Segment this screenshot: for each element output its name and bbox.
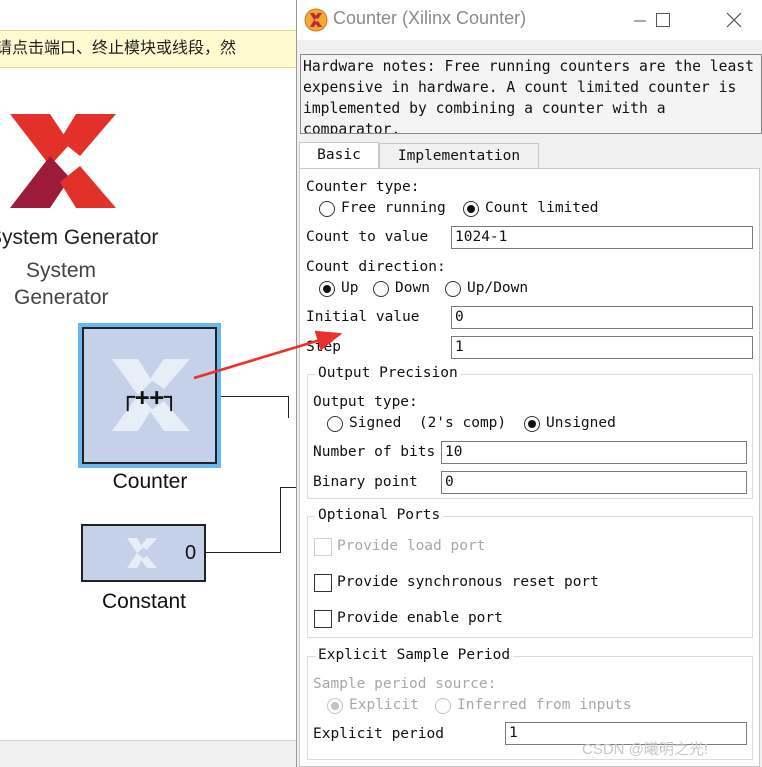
counter-glyph: ┌++┐	[120, 383, 179, 411]
status-bar	[0, 740, 296, 767]
sysgen-subtitle-line2: Generator	[14, 286, 109, 309]
maximize-icon	[656, 13, 670, 27]
counter-type-label: Counter type:	[306, 179, 420, 195]
counter-label: Counter	[112, 470, 188, 493]
tab-basic[interactable]: Basic	[299, 142, 379, 169]
xilinx-logo-icon	[10, 114, 116, 208]
radio-free-running[interactable]	[319, 201, 335, 217]
radio-up-down[interactable]	[445, 281, 461, 297]
unsigned-label: Unsigned	[546, 415, 616, 431]
sample-period-title: Explicit Sample Period	[315, 647, 514, 663]
model-canvas[interactable]: 请点击端口、终止模块或线段，然 System Generator System …	[0, 0, 296, 767]
close-button[interactable]	[711, 4, 757, 36]
down-label: Down	[395, 280, 430, 296]
radio-unsigned[interactable]	[524, 416, 540, 432]
wire-counter-out-down[interactable]	[288, 396, 289, 418]
number-of-bits-label: Number of bits	[313, 444, 436, 460]
wire-counter-out[interactable]	[221, 396, 289, 397]
sysgen-subtitle-line1: System	[26, 259, 97, 282]
sysgen-block-label: System Generator	[0, 226, 159, 249]
optional-ports-title: Optional Ports	[315, 507, 444, 523]
radio-inferred	[435, 698, 451, 714]
tab-implementation[interactable]: Implementation	[379, 143, 539, 169]
counter-block[interactable]: ┌++┐	[82, 327, 217, 464]
close-icon	[726, 12, 742, 28]
binary-point-input[interactable]: 0	[441, 471, 747, 494]
reset-port-label: Provide synchronous reset port	[337, 574, 599, 590]
constant-label: Constant	[101, 590, 187, 613]
dialog-title: Counter (Xilinx Counter)	[333, 8, 527, 28]
explicit-label: Explicit	[349, 697, 419, 713]
binary-point-label: Binary point	[313, 474, 418, 490]
constant-block[interactable]: 0	[81, 524, 206, 582]
load-port-label: Provide load port	[337, 538, 486, 554]
initial-value-input[interactable]: 0	[451, 306, 753, 329]
maximize-button[interactable]	[640, 4, 686, 36]
wire-constant-out[interactable]	[206, 552, 281, 553]
counter-block-selection[interactable]: ┌++┐	[78, 323, 221, 468]
constant-value: 0	[185, 542, 197, 564]
xilinx-app-icon	[304, 8, 328, 32]
explicit-period-label: Explicit period	[313, 726, 444, 742]
inferred-label: Inferred from inputs	[457, 697, 632, 713]
output-type-label: Output type:	[313, 394, 418, 410]
hardware-notes: Hardware notes: Free running counters ar…	[300, 54, 762, 134]
output-precision-title: Output Precision	[315, 365, 461, 381]
initial-value-label: Initial value	[306, 309, 420, 325]
step-label: Step	[306, 339, 341, 355]
radio-up[interactable]	[319, 281, 335, 297]
radio-down[interactable]	[373, 281, 389, 297]
enable-port-checkbox[interactable]	[314, 610, 332, 628]
count-direction-label: Count direction:	[306, 259, 446, 275]
radio-explicit	[327, 698, 343, 714]
xilinx-watermark-icon	[127, 538, 157, 568]
up-down-label: Up/Down	[467, 280, 529, 296]
hint-bar: 请点击端口、终止模块或线段，然	[0, 30, 296, 68]
reset-port-checkbox[interactable]	[314, 574, 332, 592]
watermark: CSDN @曦明之光!	[582, 741, 709, 758]
count-to-input[interactable]: 1024-1	[451, 226, 753, 249]
free-running-label: Free running	[341, 200, 446, 216]
number-of-bits-input[interactable]: 10	[441, 441, 747, 464]
hint-text: 请点击端口、终止模块或线段，然	[0, 38, 237, 57]
sample-period-source-label: Sample period source:	[313, 676, 497, 692]
count-limited-label: Count limited	[485, 200, 599, 216]
load-port-checkbox	[314, 538, 332, 556]
up-label: Up	[341, 280, 359, 296]
radio-count-limited[interactable]	[463, 201, 479, 217]
radio-signed[interactable]	[327, 416, 343, 432]
wire-constant-up[interactable]	[280, 487, 281, 553]
signed-label: Signed (2's comp)	[349, 415, 507, 431]
enable-port-label: Provide enable port	[337, 610, 503, 626]
block-parameters-dialog: Counter (Xilinx Counter) Hardware notes:…	[296, 0, 762, 767]
step-input[interactable]: 1	[451, 336, 753, 359]
wire-constant-right[interactable]	[280, 487, 296, 488]
count-to-label: Count to value	[306, 229, 429, 245]
title-bar[interactable]: Counter (Xilinx Counter)	[297, 0, 762, 40]
